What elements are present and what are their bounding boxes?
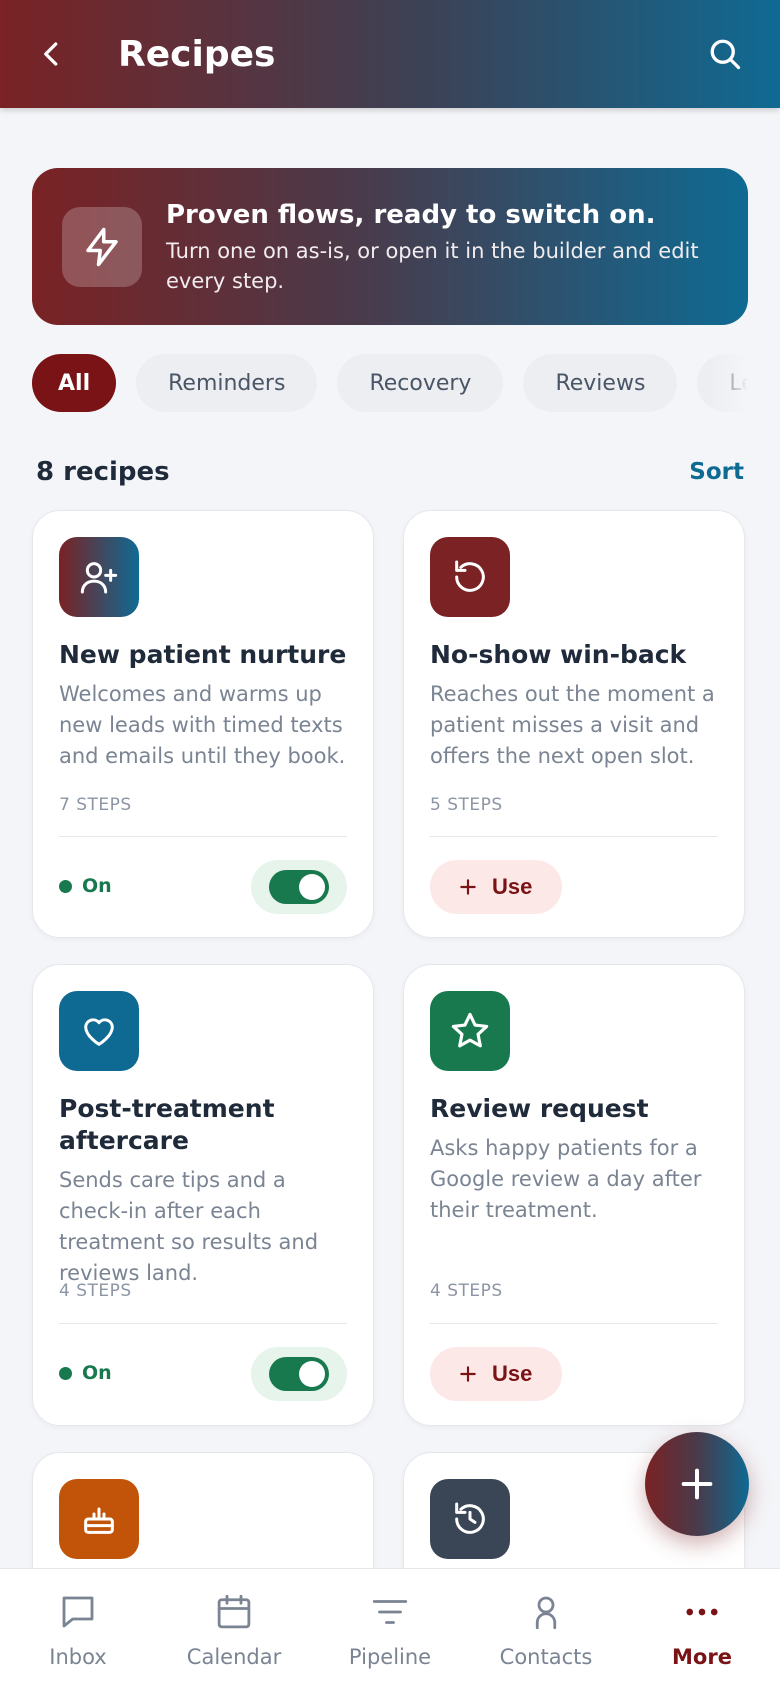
- recipe-icon-tile: [59, 991, 139, 1071]
- card-divider: [430, 1323, 718, 1324]
- filter-chip-lead[interactable]: Lead f: [697, 354, 748, 412]
- bottom-nav: Inbox Calendar Pipeline Contacts More: [0, 1568, 780, 1688]
- recipe-toggle[interactable]: [251, 860, 347, 914]
- hero-heading: Proven flows, ready to switch on.: [166, 199, 656, 230]
- plus-icon: [460, 1366, 476, 1382]
- nav-label: Contacts: [499, 1645, 593, 1669]
- nav-item-inbox[interactable]: Inbox: [0, 1569, 156, 1688]
- page-title: Recipes: [118, 33, 276, 75]
- nav-label: Calendar: [186, 1645, 282, 1669]
- recipe-card[interactable]: Post-treatment aftercare Sends care tips…: [32, 964, 374, 1426]
- toggle-knob: [299, 1361, 325, 1387]
- recipe-name: Post-treatment aftercare: [59, 1094, 275, 1155]
- nav-item-calendar[interactable]: Calendar: [156, 1569, 312, 1688]
- filter-chip-reviews[interactable]: Reviews: [523, 354, 678, 412]
- list-header: 8 recipes Sort: [36, 450, 744, 494]
- recipe-description: Asks happy patients for a Google review …: [430, 1136, 702, 1222]
- status-label: On: [82, 875, 112, 897]
- bolt-icon: [86, 227, 118, 266]
- use-label: Use: [492, 1361, 533, 1386]
- cake-icon: [84, 1507, 114, 1534]
- status-dot: [59, 1366, 72, 1380]
- recipe-icon-tile: [430, 1479, 510, 1559]
- toggle-track: [269, 870, 329, 904]
- recipe-description: Sends care tips and a check-in after eac…: [59, 1168, 319, 1285]
- filter-chip-reminders[interactable]: Reminders: [136, 354, 318, 412]
- nav-label: Inbox: [49, 1645, 107, 1669]
- recipe-toggle[interactable]: [251, 1347, 347, 1401]
- recipe-steps: 4 STEPS: [59, 1281, 132, 1301]
- search-icon: [710, 39, 741, 70]
- rotate-ccw-icon: [455, 560, 485, 592]
- recipe-description: Welcomes and warms up new leads with tim…: [59, 682, 346, 768]
- person-icon: [535, 1596, 557, 1630]
- recipe-steps: 5 STEPS: [430, 795, 503, 815]
- history-icon: [455, 1502, 485, 1534]
- status-label: On: [82, 1362, 112, 1384]
- card-divider: [430, 836, 718, 837]
- filter-chips: All Reminders Recovery Reviews Lead f: [32, 354, 748, 412]
- plus-icon: [460, 879, 476, 895]
- recipe-card[interactable]: New patient nurture Welcomes and warms u…: [32, 510, 374, 938]
- card-divider: [59, 1323, 347, 1324]
- add-recipe-fab[interactable]: [645, 1432, 749, 1536]
- filter-chip-recovery[interactable]: Recovery: [337, 354, 504, 412]
- nav-label: More: [672, 1645, 732, 1669]
- use-recipe-button[interactable]: Use: [430, 1347, 563, 1401]
- toggle-track: [269, 1357, 329, 1391]
- bolt-icon-tile: [62, 206, 142, 287]
- recipe-icon-tile: [59, 1479, 139, 1559]
- recipe-icon-tile: [430, 991, 510, 1071]
- back-button[interactable]: [30, 32, 74, 76]
- app-header: Recipes: [0, 0, 780, 108]
- star-icon: [451, 1012, 489, 1048]
- nav-item-more[interactable]: More: [624, 1569, 780, 1688]
- recipe-icon-tile: [430, 537, 510, 617]
- nav-item-pipeline[interactable]: Pipeline: [312, 1569, 468, 1688]
- recipe-steps: 4 STEPS: [430, 1281, 503, 1301]
- recipe-count: 8 recipes: [36, 457, 170, 487]
- hero-banner: Proven flows, ready to switch on. Turn o…: [32, 168, 748, 325]
- more-dots-icon: [686, 1608, 718, 1616]
- nav-label: Pipeline: [348, 1645, 432, 1669]
- message-icon: [62, 1596, 94, 1628]
- status-indicator: On: [59, 875, 112, 897]
- sort-button[interactable]: Sort: [689, 459, 744, 485]
- recipe-steps: 7 STEPS: [59, 795, 132, 815]
- chevron-left-icon: [44, 42, 58, 66]
- nav-item-contacts[interactable]: Contacts: [468, 1569, 624, 1688]
- use-label: Use: [492, 874, 533, 899]
- recipe-name: No-show win-back: [430, 640, 687, 669]
- recipe-name: New patient nurture: [59, 640, 347, 669]
- calendar-icon: [217, 1594, 251, 1629]
- recipe-icon-tile: [59, 537, 139, 617]
- heart-icon: [84, 1018, 114, 1046]
- user-plus-icon: [80, 562, 118, 594]
- recipe-card[interactable]: Review request Asks happy patients for a…: [403, 964, 745, 1426]
- hero-body: Turn one on as-is, or open it in the bui…: [166, 238, 699, 293]
- toggle-knob: [299, 874, 325, 900]
- status-dot: [59, 879, 72, 893]
- recipe-description: Reaches out the moment a patient misses …: [430, 682, 715, 768]
- status-indicator: On: [59, 1362, 112, 1384]
- card-divider: [59, 836, 347, 837]
- plus-icon: [681, 1468, 713, 1500]
- use-recipe-button[interactable]: Use: [430, 860, 563, 914]
- recipe-card[interactable]: No-show win-back Reaches out the moment …: [403, 510, 745, 938]
- filter-chip-all[interactable]: All: [32, 354, 117, 412]
- filter-icon: [372, 1600, 408, 1624]
- recipe-name: Review request: [430, 1094, 649, 1123]
- search-button[interactable]: [700, 29, 750, 79]
